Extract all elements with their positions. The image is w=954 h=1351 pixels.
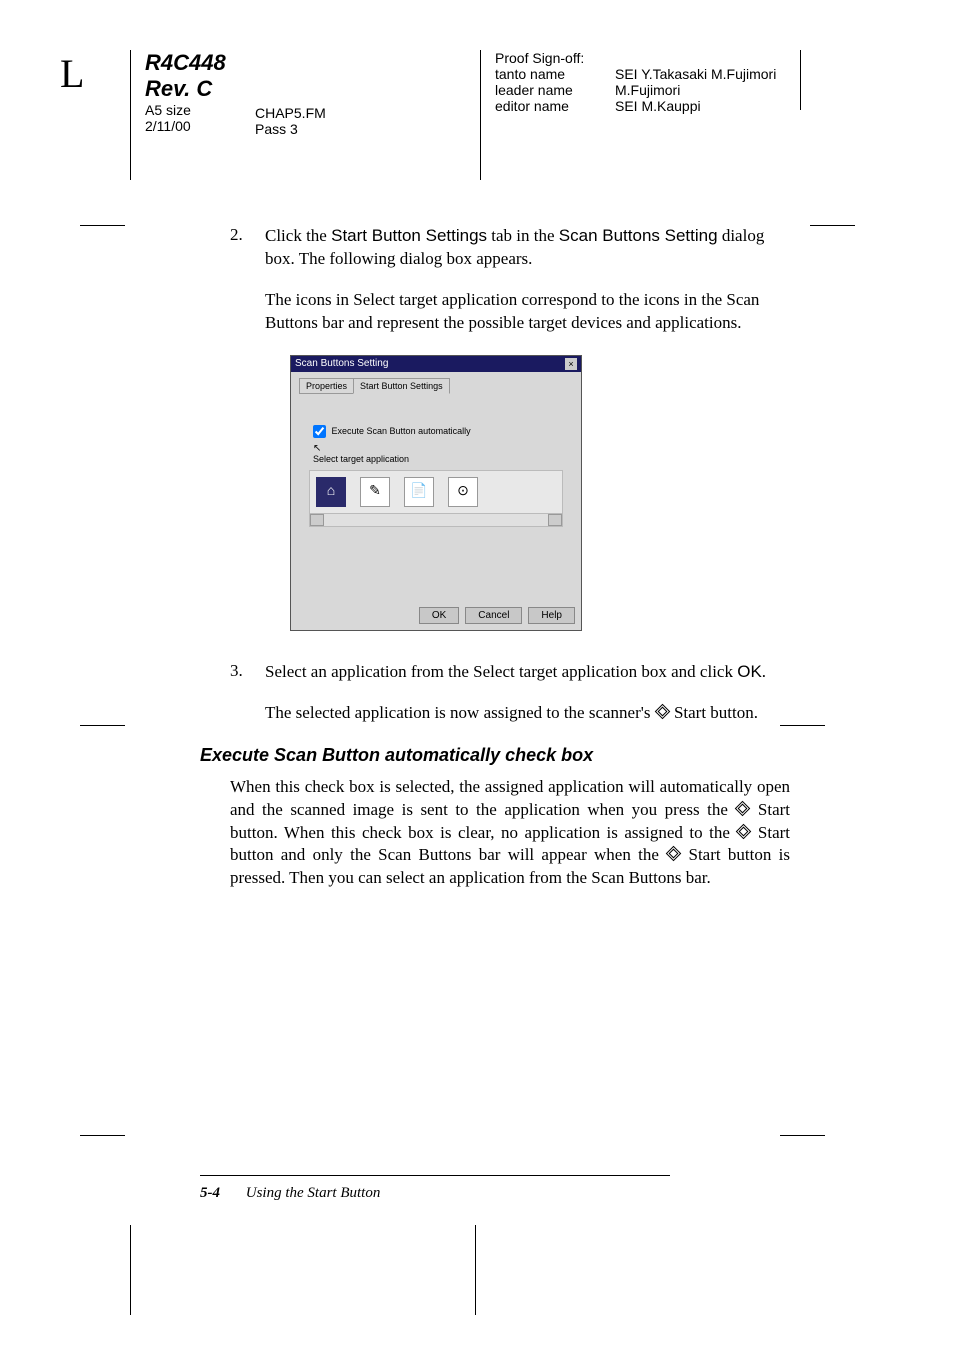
proof-signoff-label: Proof Sign-off: [495, 50, 776, 66]
execute-auto-label: Execute Scan Button automatically [332, 426, 471, 436]
start-button-icon [735, 800, 751, 816]
leader-value: M.Fujimori [615, 82, 680, 98]
app-icon[interactable]: ✎ [360, 477, 390, 507]
step-2-description: The icons in Select target application c… [265, 289, 790, 335]
crop-mark [80, 225, 125, 226]
cursor-icon: ↖ [313, 443, 577, 454]
scrollbar[interactable] [309, 514, 563, 527]
page-footer: 5-4 Using the Start Button [200, 1185, 380, 1202]
footer-divider [130, 1225, 131, 1315]
ok-button[interactable]: OK [419, 607, 459, 624]
page-number: 5-4 [200, 1185, 220, 1201]
page-size: A5 size [145, 102, 226, 118]
editor-value: SEI M.Kauppi [615, 98, 701, 114]
tab-start-button-settings[interactable]: Start Button Settings [353, 378, 450, 394]
help-button[interactable]: Help [528, 607, 575, 624]
header-divider [130, 50, 131, 180]
chapter-title: Using the Start Button [246, 1185, 381, 1201]
crop-mark [80, 1135, 125, 1136]
app-icon[interactable]: ⌂ [316, 477, 346, 507]
tanto-value: SEI Y.Takasaki M.Fujimori [615, 66, 776, 82]
start-button-icon [666, 846, 682, 862]
step-text: Click the Start Button Settings tab in t… [265, 225, 790, 271]
app-icon[interactable]: 📄 [404, 477, 434, 507]
header-divider [480, 50, 481, 180]
crop-mark [80, 725, 125, 726]
start-button-icon [654, 703, 670, 719]
tanto-label: tanto name [495, 66, 615, 82]
execute-checkbox-description: When this check box is selected, the ass… [230, 776, 790, 891]
tab-properties[interactable]: Properties [299, 378, 354, 394]
crop-mark [810, 225, 855, 226]
dialog-title: Scan Buttons Setting [295, 358, 388, 370]
date: 2/11/00 [145, 118, 226, 134]
execute-checkbox-heading: Execute Scan Button automatically check … [200, 745, 790, 766]
start-button-icon [736, 823, 752, 839]
step-number: 3. [230, 661, 265, 684]
step-number: 2. [230, 225, 265, 271]
revision: Rev. C [145, 76, 226, 102]
cancel-button[interactable]: Cancel [465, 607, 522, 624]
editor-label: editor name [495, 98, 615, 114]
leader-label: leader name [495, 82, 615, 98]
file-name: CHAP5.FM [255, 105, 326, 121]
execute-auto-checkbox[interactable] [313, 425, 326, 438]
header-divider [800, 50, 801, 110]
step-text: Select an application from the Select ta… [265, 661, 790, 684]
step-3: 3. Select an application from the Select… [230, 661, 790, 684]
footer-divider [475, 1225, 476, 1315]
model-code: R4C448 [145, 50, 226, 76]
page-header: L R4C448 Rev. C A5 size 2/11/00 CHAP5.FM… [0, 50, 954, 190]
footer-divider [200, 1175, 670, 1176]
scan-buttons-setting-dialog: Scan Buttons Setting × PropertiesStart B… [290, 355, 582, 631]
app-icon[interactable]: ⊙ [448, 477, 478, 507]
step-2: 2. Click the Start Button Settings tab i… [230, 225, 790, 271]
side-letter: L [60, 50, 84, 97]
target-application-list[interactable]: ⌂ ✎ 📄 ⊙ [309, 470, 563, 514]
pass-number: Pass 3 [255, 121, 326, 137]
step-3-description: The selected application is now assigned… [265, 702, 790, 725]
select-target-label: Select target application [313, 454, 577, 464]
crop-mark [780, 1135, 825, 1136]
close-icon[interactable]: × [565, 358, 577, 370]
